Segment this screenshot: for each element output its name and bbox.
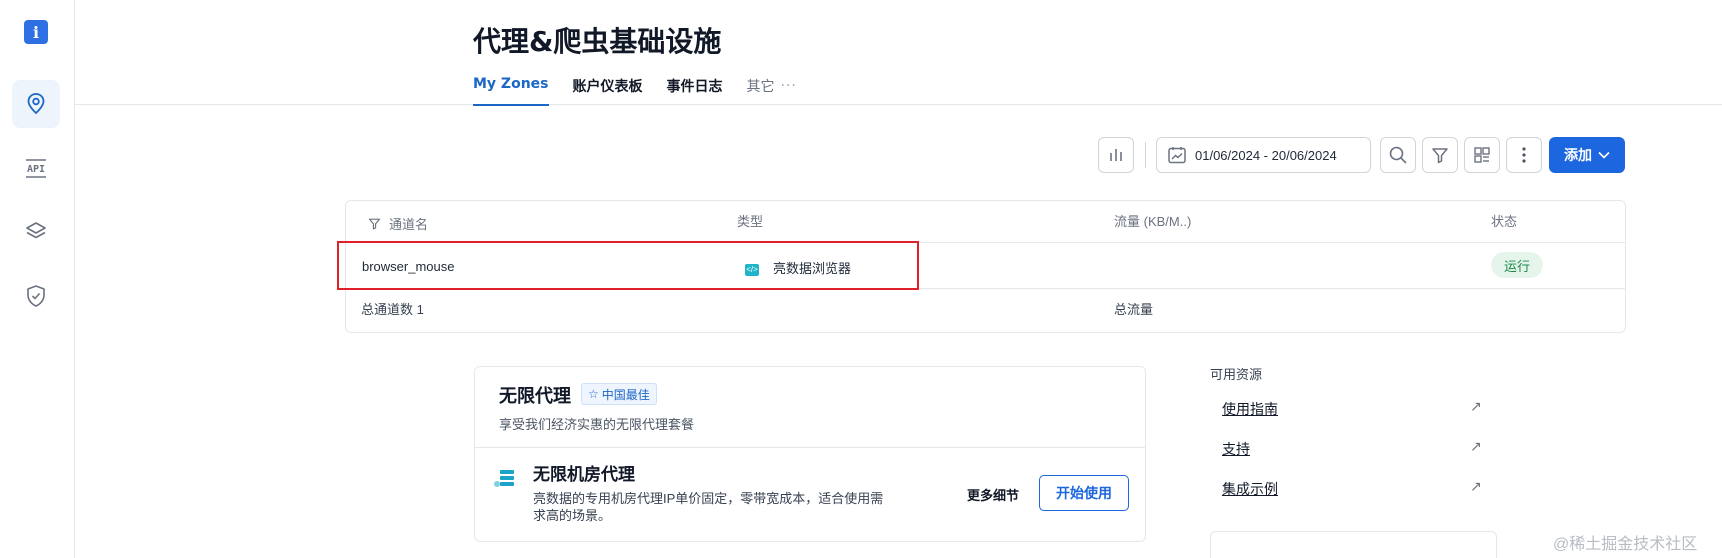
best-in-china-badge: ☆ 中国最佳	[581, 383, 657, 405]
column-layout-button[interactable]	[1464, 137, 1500, 173]
api-icon[interactable]: API	[12, 144, 60, 192]
add-button[interactable]: 添加	[1549, 137, 1625, 173]
filter-button[interactable]	[1422, 137, 1458, 173]
bar-chart-icon	[1110, 149, 1122, 161]
card-title: 无限代理	[499, 386, 571, 407]
grid-settings-icon	[1474, 147, 1490, 163]
column-header-traffic[interactable]: 流量 (KB/M..)	[1114, 211, 1191, 230]
search-icon	[1389, 146, 1407, 164]
kebab-menu-icon	[1522, 147, 1526, 163]
column-header-type[interactable]: 类型	[737, 211, 763, 230]
location-pin-icon[interactable]	[12, 80, 60, 128]
date-range-label: 01/06/2024 - 20/06/2024	[1195, 147, 1337, 163]
column-header-zone-name[interactable]: 通道名	[368, 214, 428, 233]
page-title: 代理&爬虫基础设施	[473, 25, 722, 58]
page-header: 代理&爬虫基础设施 My Zones 账户仪表板 事件日志 其它 ···	[75, 0, 1722, 106]
unlimited-proxy-card: 无限代理 ☆ 中国最佳 享受我们经济实惠的无限代理套餐 无限机房代理 亮数据的专…	[474, 366, 1146, 542]
filter-icon	[1432, 148, 1448, 164]
total-zones-label: 总通道数 1	[361, 302, 424, 317]
resource-link-guide[interactable]: 使用指南	[1222, 399, 1484, 419]
product-title: 无限机房代理	[533, 465, 635, 485]
external-arrow-icon[interactable]: ↗	[1470, 478, 1482, 495]
chart-view-button[interactable]	[1098, 137, 1134, 173]
svg-text:API: API	[27, 164, 45, 175]
more-details-link[interactable]: 更多细节	[967, 485, 1019, 504]
add-button-label: 添加	[1564, 148, 1592, 164]
resource-link-integration[interactable]: 集成示例	[1222, 479, 1484, 499]
card-subtitle: 享受我们经济实惠的无限代理套餐	[499, 417, 695, 432]
watermark-text: @稀土掘金技术社区	[1553, 536, 1698, 553]
highlight-annotation-box	[337, 241, 919, 290]
layers-icon[interactable]	[12, 208, 60, 256]
left-rail: i API	[0, 0, 75, 558]
tab-account-dashboard[interactable]: 账户仪表板	[573, 76, 643, 106]
date-range-picker[interactable]: 01/06/2024 - 20/06/2024	[1156, 137, 1371, 173]
more-options-button[interactable]	[1506, 137, 1542, 173]
datacenter-server-icon	[494, 470, 514, 487]
shield-check-icon[interactable]	[12, 272, 60, 320]
filter-icon	[368, 218, 381, 230]
chevron-down-icon	[1598, 151, 1610, 159]
toolbar-divider	[1145, 142, 1146, 168]
column-header-label: 通道名	[389, 217, 429, 232]
status-badge: 运行	[1491, 252, 1543, 278]
resource-card	[1210, 531, 1497, 558]
tab-bar: My Zones 账户仪表板 事件日志 其它 ···	[473, 76, 821, 106]
external-arrow-icon[interactable]: ↗	[1470, 398, 1482, 415]
total-traffic-label: 总流量	[1114, 302, 1154, 317]
column-header-status[interactable]: 状态	[1491, 211, 1517, 230]
card-divider	[475, 447, 1145, 448]
tab-my-zones[interactable]: My Zones	[473, 76, 549, 106]
resources-title: 可用资源	[1210, 367, 1263, 382]
info-logo-icon[interactable]: i	[24, 20, 48, 44]
tab-event-log[interactable]: 事件日志	[667, 76, 723, 106]
tab-more-label: 其它	[746, 79, 775, 95]
search-button[interactable]	[1380, 137, 1416, 173]
star-icon: ☆	[588, 387, 599, 401]
product-description: 亮数据的专用机房代理IP单价固定，零带宽成本，适合使用需求高的场景。	[533, 491, 884, 523]
external-arrow-icon[interactable]: ↗	[1470, 438, 1482, 455]
start-using-button[interactable]: 开始使用	[1039, 475, 1129, 511]
ellipsis-icon: ···	[780, 78, 797, 94]
calendar-trend-icon	[1168, 147, 1186, 164]
resource-link-support[interactable]: 支持	[1222, 439, 1484, 459]
badge-label: 中国最佳	[601, 387, 650, 402]
tab-more[interactable]: 其它 ···	[747, 76, 797, 106]
